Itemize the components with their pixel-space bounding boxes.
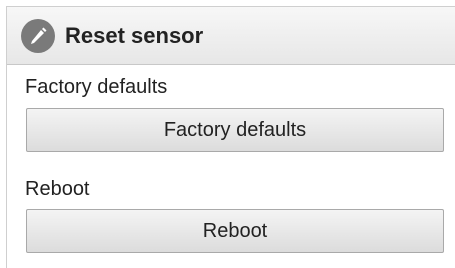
reboot-label: Reboot	[25, 178, 90, 200]
factory-defaults-label: Factory defaults	[25, 76, 168, 98]
panel-title: Reset sensor	[65, 22, 204, 48]
reset-sensor-panel: Reset sensor Factory defaults Factory de…	[6, 6, 455, 268]
factory-defaults-button[interactable]: Factory defaults	[26, 108, 444, 152]
pencil-icon	[21, 18, 55, 53]
panel-header: Reset sensor	[7, 7, 455, 65]
reboot-button[interactable]: Reboot	[26, 209, 444, 253]
